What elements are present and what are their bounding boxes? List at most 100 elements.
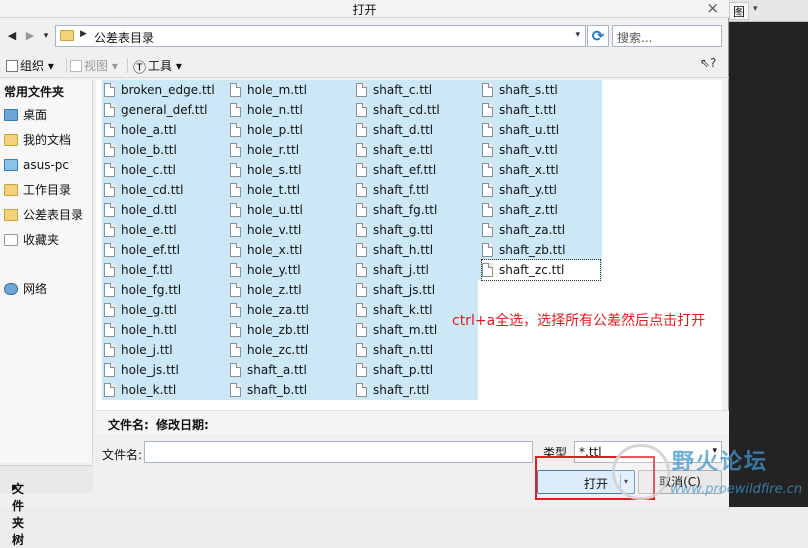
file-item[interactable]: shaft_h.ttl — [356, 240, 474, 260]
file-item[interactable]: hole_y.ttl — [230, 260, 348, 280]
address-dropdown-icon[interactable]: ▾ — [575, 30, 580, 40]
file-item[interactable]: shaft_cd.ttl — [356, 100, 474, 120]
file-name: shaft_m.ttl — [373, 323, 438, 337]
organize-menu-button[interactable]: 组织 ▾ — [6, 57, 54, 74]
file-item[interactable]: shaft_t.ttl — [482, 100, 600, 120]
file-item[interactable]: hole_j.ttl — [104, 340, 222, 360]
folder-icon — [4, 209, 18, 221]
file-item[interactable]: shaft_x.ttl — [482, 160, 600, 180]
file-item[interactable]: shaft_js.ttl — [356, 280, 474, 300]
folder-tree-toggle[interactable]: ▸ 文件夹树 — [0, 465, 93, 547]
help-pointer-icon[interactable]: ⇖? — [700, 56, 716, 70]
file-item[interactable]: hole_zc.ttl — [230, 340, 348, 360]
close-icon[interactable]: × — [706, 0, 719, 17]
file-item[interactable]: hole_d.ttl — [104, 200, 222, 220]
file-item[interactable]: shaft_r.ttl — [356, 380, 474, 400]
document-file-icon — [104, 123, 115, 137]
file-item[interactable]: shaft_b.ttl — [230, 380, 348, 400]
file-item[interactable]: shaft_d.ttl — [356, 120, 474, 140]
file-item[interactable]: shaft_p.ttl — [356, 360, 474, 380]
file-item[interactable]: hole_s.ttl — [230, 160, 348, 180]
document-file-icon — [104, 343, 115, 357]
file-item[interactable]: shaft_v.ttl — [482, 140, 600, 160]
file-item[interactable]: hole_cd.ttl — [104, 180, 222, 200]
breadcrumb-path[interactable]: 公差表目录 — [94, 29, 154, 46]
file-item[interactable]: hole_a.ttl — [104, 120, 222, 140]
sidebar-item-computer[interactable]: asus-pc — [4, 156, 69, 174]
file-item[interactable]: shaft_f.ttl — [356, 180, 474, 200]
file-list-pane[interactable]: broken_edge.ttl general_def.ttl hole_a.ttl… — [96, 80, 722, 410]
background-app-tab[interactable]: 图 — [729, 2, 750, 20]
document-file-icon — [104, 163, 115, 177]
file-item[interactable]: hole_x.ttl — [230, 240, 348, 260]
sidebar-item-my-documents[interactable]: 我的文档 — [4, 131, 71, 149]
file-item[interactable]: hole_v.ttl — [230, 220, 348, 240]
background-app-dropdown-icon[interactable]: ▾ — [753, 4, 758, 14]
tools-menu-button[interactable]: Ⓣ 工具 ▾ — [133, 57, 182, 76]
file-item[interactable]: hole_h.ttl — [104, 320, 222, 340]
filename-input[interactable] — [144, 441, 533, 463]
back-arrow-icon[interactable]: ◀ — [4, 28, 20, 44]
file-item[interactable]: hole_p.ttl — [230, 120, 348, 140]
forum-watermark: 野火论坛 www.proewildfire.cn — [668, 444, 806, 504]
sidebar-item-network[interactable]: 网络 — [4, 280, 47, 298]
address-bar[interactable]: ▶ 公差表目录 ▾ — [55, 25, 586, 47]
file-item[interactable]: hole_zb.ttl — [230, 320, 348, 340]
file-item[interactable]: shaft_z.ttl — [482, 200, 600, 220]
document-file-icon — [230, 323, 241, 337]
file-item[interactable]: hole_n.ttl — [230, 100, 348, 120]
file-item[interactable]: shaft_zb.ttl — [482, 240, 600, 260]
history-dropdown-icon[interactable]: ▾ — [38, 28, 54, 44]
file-item[interactable]: shaft_s.ttl — [482, 80, 600, 100]
forward-arrow-icon[interactable]: ▶ — [22, 28, 38, 44]
file-name: hole_u.ttl — [247, 203, 303, 217]
file-item[interactable]: shaft_zc.ttl — [481, 259, 601, 281]
file-item[interactable]: shaft_ef.ttl — [356, 160, 474, 180]
file-item[interactable]: general_def.ttl — [104, 100, 222, 120]
sidebar-item-desktop[interactable]: 桌面 — [4, 106, 47, 124]
document-file-icon — [230, 343, 241, 357]
file-name: hole_ef.ttl — [121, 243, 180, 257]
file-item[interactable]: hole_m.ttl — [230, 80, 348, 100]
file-item[interactable]: shaft_g.ttl — [356, 220, 474, 240]
file-name: broken_edge.ttl — [121, 83, 215, 97]
file-item[interactable]: hole_t.ttl — [230, 180, 348, 200]
document-file-icon — [356, 163, 367, 177]
file-item[interactable]: hole_u.ttl — [230, 200, 348, 220]
file-item[interactable]: hole_e.ttl — [104, 220, 222, 240]
file-item[interactable]: hole_js.ttl — [104, 360, 222, 380]
document-file-icon — [482, 203, 493, 217]
sidebar-item-tolerance-tables[interactable]: 公差表目录 — [4, 206, 83, 224]
file-item[interactable]: shaft_u.ttl — [482, 120, 600, 140]
file-item[interactable]: shaft_e.ttl — [356, 140, 474, 160]
file-item[interactable]: hole_fg.ttl — [104, 280, 222, 300]
file-item[interactable]: shaft_y.ttl — [482, 180, 600, 200]
watermark-url: www.proewildfire.cn — [670, 482, 803, 497]
file-item[interactable]: shaft_j.ttl — [356, 260, 474, 280]
refresh-button[interactable]: ⟳ — [587, 25, 609, 47]
file-item[interactable]: shaft_a.ttl — [230, 360, 348, 380]
file-item[interactable]: hole_r.ttl — [230, 140, 348, 160]
file-item[interactable]: hole_f.ttl — [104, 260, 222, 280]
filename-label: 文件名: — [102, 448, 143, 462]
file-item[interactable]: shaft_fg.ttl — [356, 200, 474, 220]
file-item[interactable]: shaft_c.ttl — [356, 80, 474, 100]
file-item[interactable]: hole_b.ttl — [104, 140, 222, 160]
views-menu-button[interactable]: 视图 ▾ — [70, 57, 118, 74]
file-item[interactable]: hole_c.ttl — [104, 160, 222, 180]
search-input[interactable]: 搜索... — [612, 25, 722, 47]
file-name: hole_js.ttl — [121, 363, 179, 377]
file-item[interactable]: shaft_n.ttl — [356, 340, 474, 360]
file-item[interactable]: hole_ef.ttl — [104, 240, 222, 260]
file-item[interactable]: hole_z.ttl — [230, 280, 348, 300]
sidebar-item-working-directory[interactable]: 工作目录 — [4, 181, 71, 199]
file-item[interactable]: hole_g.ttl — [104, 300, 222, 320]
document-file-icon — [482, 183, 493, 197]
file-name: shaft_c.ttl — [373, 83, 433, 97]
file-item[interactable]: hole_k.ttl — [104, 380, 222, 400]
sidebar-item-favorites[interactable]: 收藏夹 — [4, 231, 59, 249]
document-file-icon — [356, 283, 367, 297]
file-item[interactable]: broken_edge.ttl — [104, 80, 222, 100]
file-item[interactable]: shaft_za.ttl — [482, 220, 600, 240]
file-item[interactable]: hole_za.ttl — [230, 300, 348, 320]
